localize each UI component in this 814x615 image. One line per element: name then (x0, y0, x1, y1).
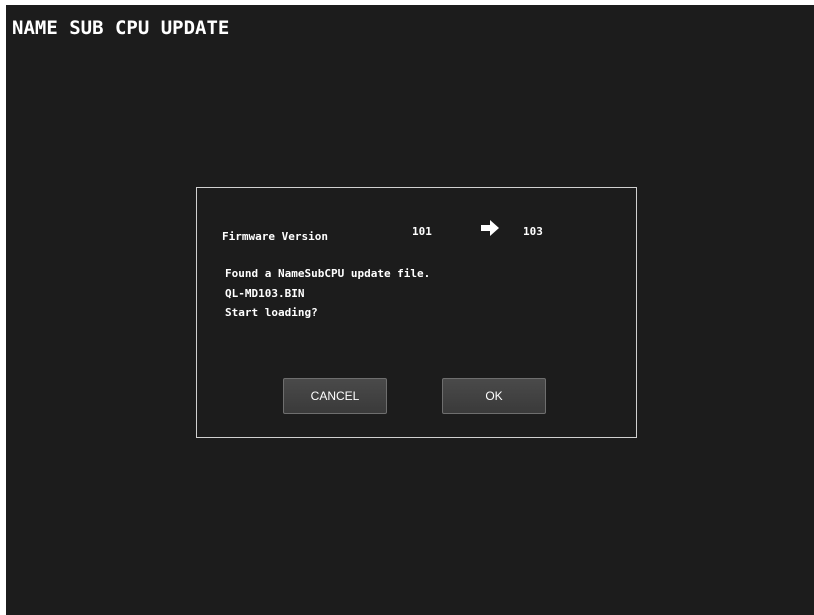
right-arrow-icon (481, 220, 499, 236)
new-version: 103 (523, 225, 543, 238)
firmware-version-label: Firmware Version (222, 230, 328, 243)
update-dialog: Firmware Version 101 103 Found a NameSub… (196, 187, 637, 438)
screen-title: NAME SUB CPU UPDATE (12, 17, 230, 39)
ok-button-label: OK (485, 389, 503, 403)
cancel-button[interactable]: CANCEL (283, 378, 387, 414)
message-line-filename: QL-MD103.BIN (225, 287, 305, 300)
ok-button[interactable]: OK (442, 378, 546, 414)
message-line-prompt: Start loading? (225, 306, 318, 319)
update-screen: NAME SUB CPU UPDATE Firmware Version 101… (6, 5, 814, 615)
message-line-found: Found a NameSubCPU update file. (225, 267, 431, 280)
cancel-button-label: CANCEL (310, 389, 360, 403)
current-version: 101 (412, 225, 432, 238)
